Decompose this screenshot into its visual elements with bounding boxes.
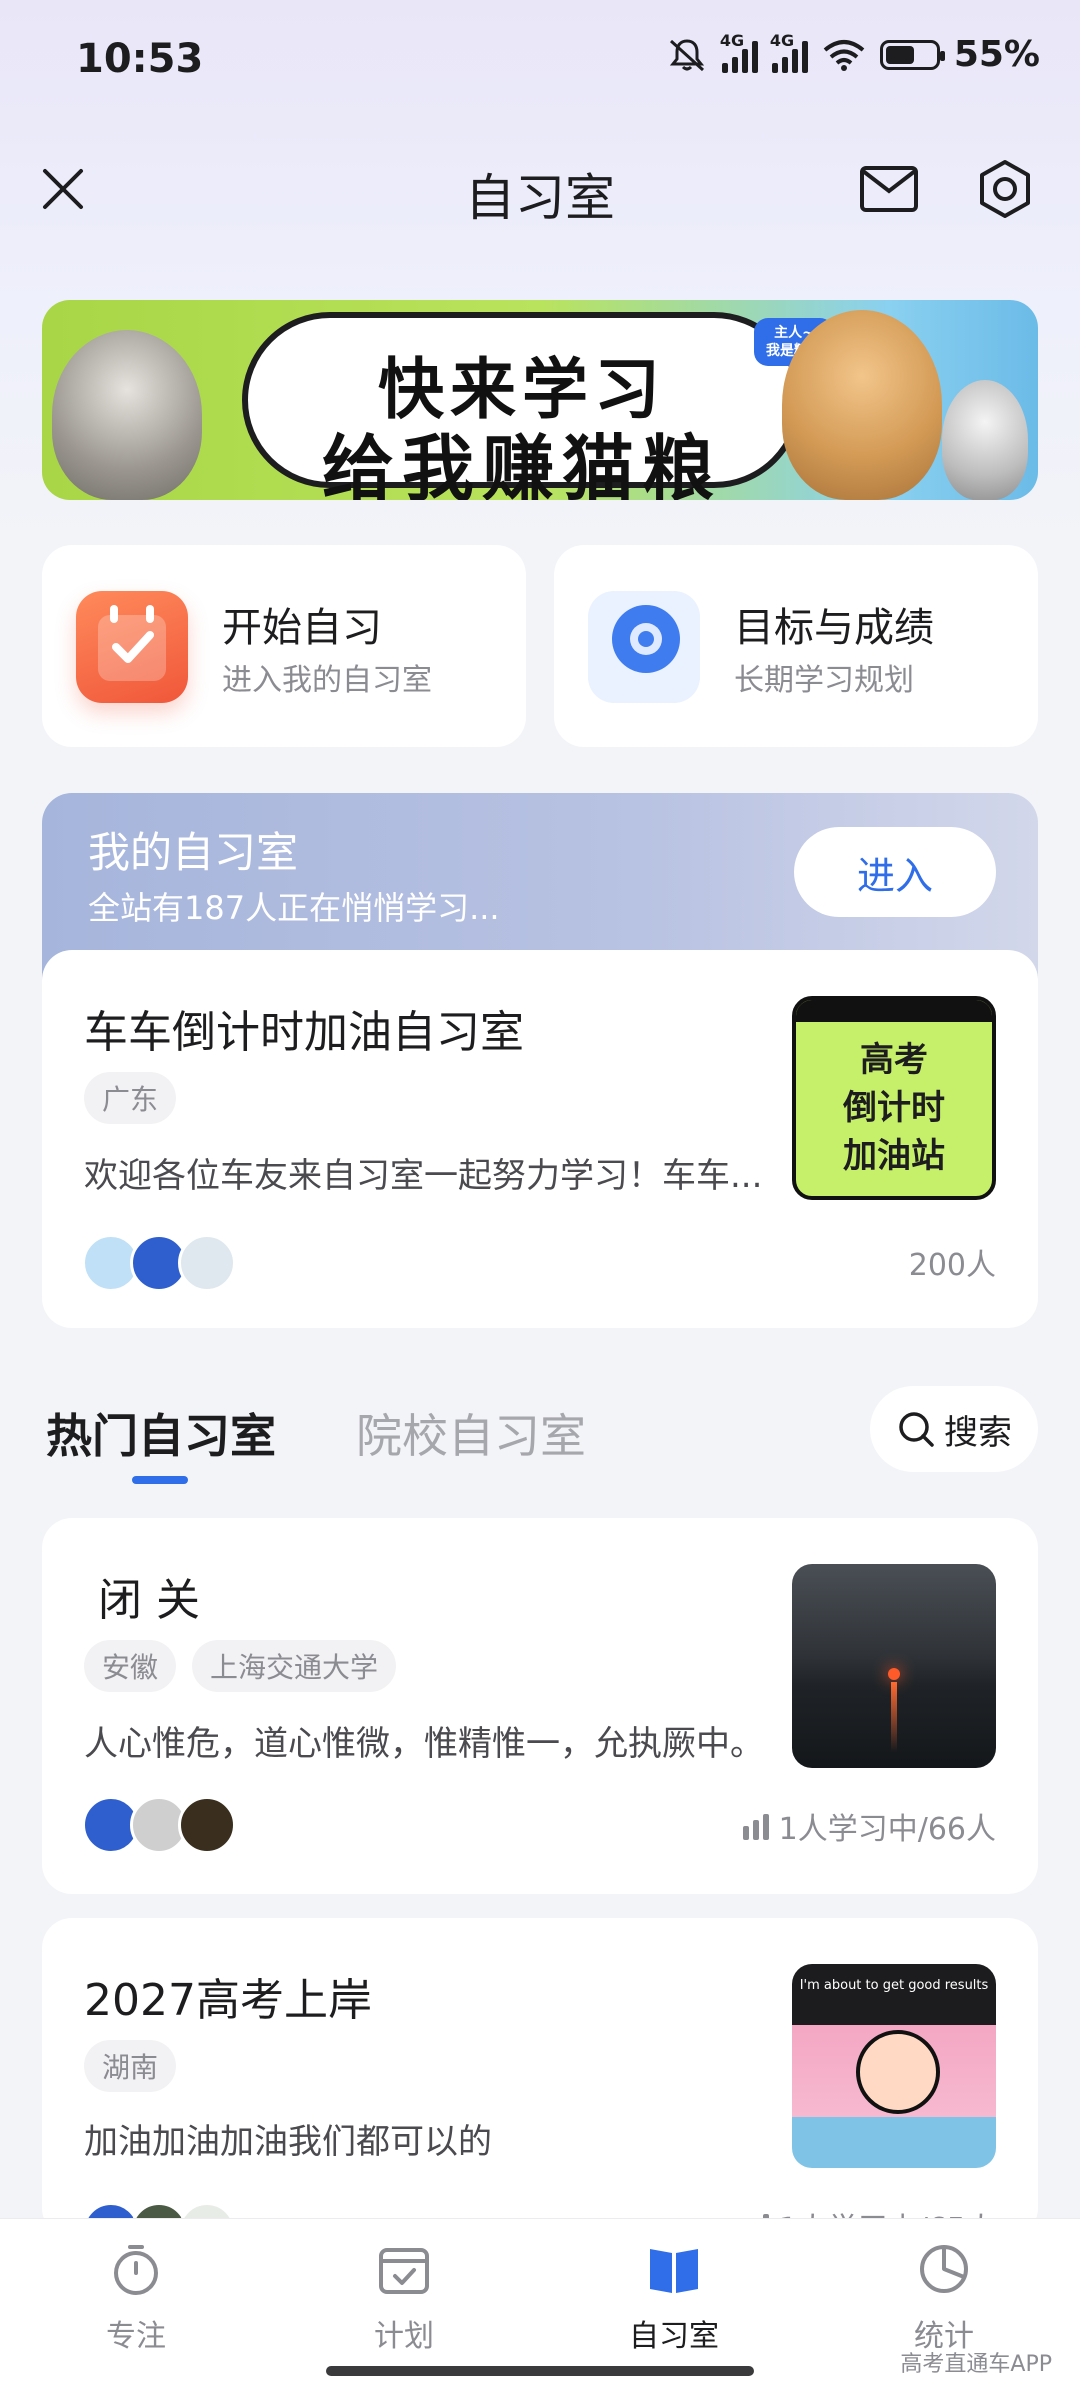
goals-subtitle: 长期学习规划 xyxy=(734,663,914,698)
thumb-line: 倒计时 xyxy=(843,1088,945,1128)
start-study-card[interactable]: 开始自习 进入我的自习室 xyxy=(42,545,526,747)
goals-card[interactable]: 目标与成绩 长期学习规划 xyxy=(554,545,1038,747)
target-icon xyxy=(588,591,700,703)
thumb-line: 高考 xyxy=(860,1040,928,1080)
girl-illustration xyxy=(856,2030,940,2114)
cat-image xyxy=(52,330,202,500)
room-tag: 广东 xyxy=(84,1072,177,1124)
nav-label: 计划 xyxy=(374,2319,434,2354)
cat-image xyxy=(782,310,942,500)
room-name: 2027高考上岸 xyxy=(84,1975,372,2026)
signal-icon: 4G xyxy=(770,31,808,73)
nav-label: 专注 xyxy=(106,2319,166,2354)
my-room-card[interactable]: 车车倒计时加油自习室 广东 欢迎各位车友来自习室一起努力学习！车车... 200… xyxy=(42,950,1038,1328)
room-thumbnail xyxy=(792,1564,996,1768)
room-tag: 上海交通大学 xyxy=(192,1640,397,1692)
room-name: 闭 关 xyxy=(98,1575,200,1626)
avatar xyxy=(178,1796,236,1854)
my-room-subtitle: 全站有187人正在悄悄学习... xyxy=(88,889,500,927)
my-room-title: 我的自习室 xyxy=(88,828,299,877)
search-label: 搜索 xyxy=(944,1412,1012,1453)
signal-icon: 4G xyxy=(720,31,758,73)
room-description: 加油加油加油我们都可以的 xyxy=(84,2122,492,2162)
member-avatars xyxy=(82,1796,236,1854)
goals-title: 目标与成绩 xyxy=(734,605,934,651)
watermark: 高考直通车APP xyxy=(900,2352,1052,2377)
battery-icon xyxy=(879,39,945,70)
timer-icon xyxy=(104,2237,168,2301)
active-tab-indicator xyxy=(132,1476,188,1484)
nav-focus[interactable]: 专注 xyxy=(56,2237,216,2355)
tab-hot[interactable]: 热门自习室 xyxy=(46,1400,276,1466)
room-tag: 安徽 xyxy=(84,1640,177,1692)
mute-icon xyxy=(669,38,704,71)
avatar xyxy=(178,1234,236,1292)
nav-plan[interactable]: 计划 xyxy=(324,2237,484,2355)
banner-line2: 给我赚猫粮 xyxy=(321,427,722,500)
nav-label: 自习室 xyxy=(629,2319,719,2354)
room-thumbnail: I'm about to get good results xyxy=(792,1964,996,2168)
mail-icon xyxy=(860,166,918,212)
room-description: 人心惟危，道心惟微，惟精惟一，允执厥中。 xyxy=(84,1724,764,1764)
settings-button[interactable] xyxy=(970,154,1040,224)
room-name: 车车倒计时加油自习室 xyxy=(84,1007,524,1058)
battery-percent: 55% xyxy=(953,34,1040,75)
member-count: 200人 xyxy=(908,1248,996,1283)
tab-school[interactable]: 院校自习室 xyxy=(356,1400,586,1466)
nav-study-room[interactable]: 自习室 xyxy=(594,2237,754,2355)
start-study-title: 开始自习 xyxy=(222,605,382,651)
wifi-icon xyxy=(823,39,865,71)
start-study-subtitle: 进入我的自习室 xyxy=(222,663,432,698)
status-time: 10:53 xyxy=(76,36,204,82)
status-bar: 10:53 4G 4G 55% xyxy=(0,0,1080,120)
messages-button[interactable] xyxy=(854,154,924,224)
book-icon xyxy=(642,2237,706,2301)
app-header: 自习室 xyxy=(0,130,1080,250)
room-thumbnail: 高考 倒计时 加油站 xyxy=(792,996,996,1200)
calendar-check-icon xyxy=(76,591,188,703)
thumb-caption: I'm about to get good results xyxy=(799,1978,989,1993)
pie-chart-icon xyxy=(912,2237,976,2301)
gear-icon xyxy=(980,160,1030,218)
bar-chart-icon xyxy=(742,1814,769,1840)
member-avatars xyxy=(82,1234,236,1292)
search-button[interactable]: 搜索 xyxy=(870,1386,1038,1472)
thumb-line: 加油站 xyxy=(843,1136,945,1176)
list-item[interactable]: 2027高考上岸 湖南 加油加油加油我们都可以的 1人学习中/65人 I'm a… xyxy=(42,1918,1038,2260)
banner-text-cloud: 快来学习 给我赚猫粮 xyxy=(242,312,802,500)
list-item[interactable]: 闭 关 安徽 上海交通大学 人心惟危，道心惟微，惟精惟一，允执厥中。 1人学习中… xyxy=(42,1518,1038,1894)
search-icon xyxy=(899,1412,934,1447)
room-tabs: 热门自习室 院校自习室 搜索 xyxy=(0,1380,1080,1484)
cat-image xyxy=(942,380,1028,500)
promo-banner[interactable]: 快来学习 给我赚猫粮 主人~ 我是糙糙 xyxy=(42,300,1038,500)
nav-stats[interactable]: 统计 xyxy=(864,2237,1024,2355)
home-indicator[interactable] xyxy=(326,2366,754,2376)
status-icons: 4G 4G 55% xyxy=(666,31,1040,75)
member-count: 1人学习中/66人 xyxy=(741,1804,996,1848)
room-description: 欢迎各位车友来自习室一起努力学习！车车... xyxy=(84,1156,763,1196)
enter-button[interactable]: 进入 xyxy=(794,827,996,917)
room-tag: 湖南 xyxy=(84,2040,177,2092)
calendar-check-icon xyxy=(372,2237,436,2301)
